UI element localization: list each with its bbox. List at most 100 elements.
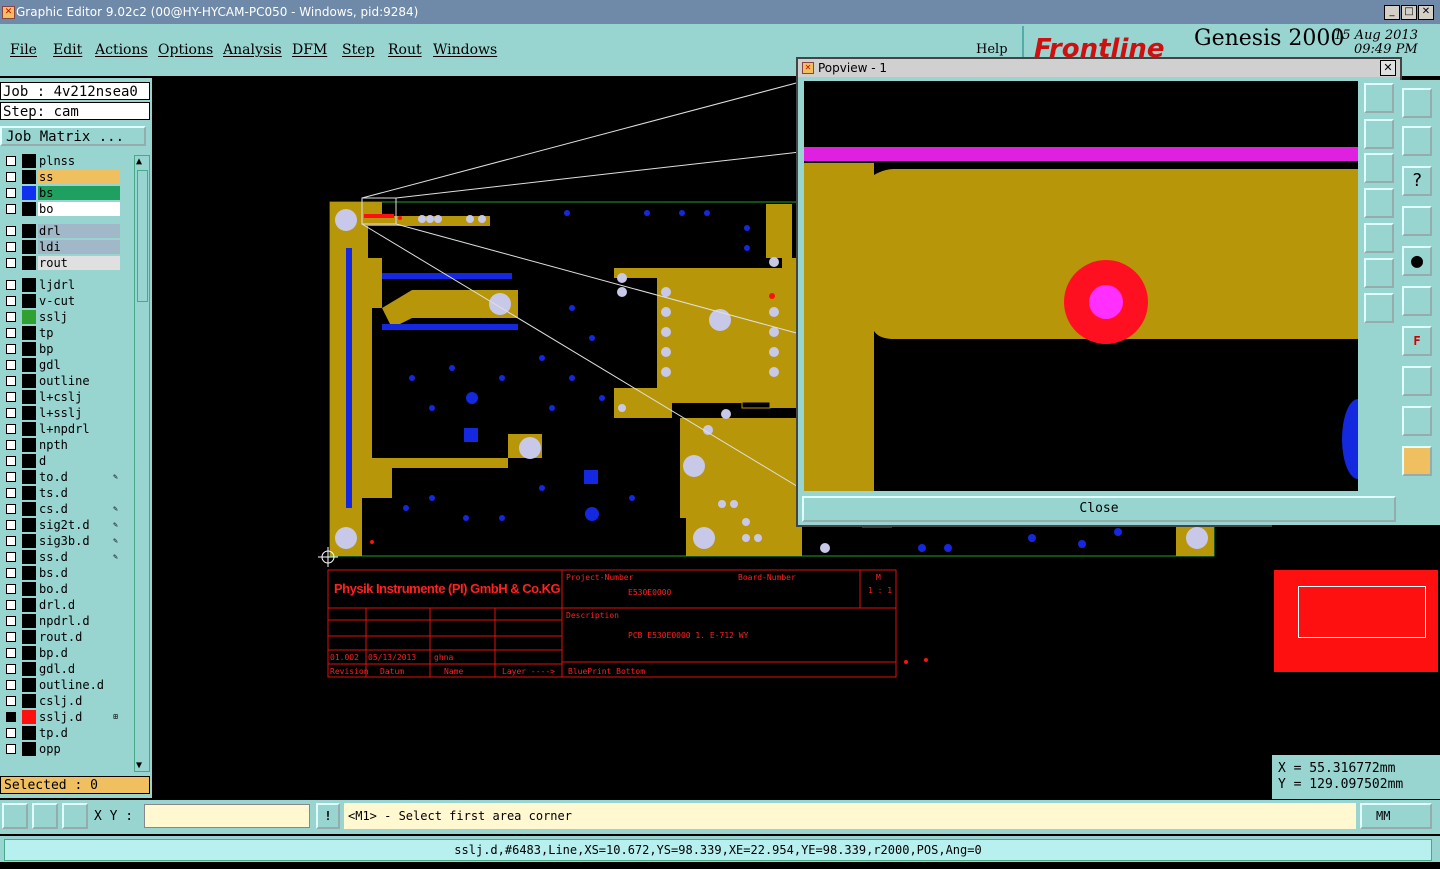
- layer-row[interactable]: sslj.d ⊞: [2, 710, 120, 724]
- layer-checkbox[interactable]: [6, 242, 16, 252]
- layer-name[interactable]: cslj.d: [38, 694, 120, 708]
- arc-icon[interactable]: [1402, 406, 1432, 436]
- layer-checkbox[interactable]: [6, 648, 16, 658]
- layer-row[interactable]: sig3b.d ✎: [2, 534, 120, 548]
- popview-zoomed-view[interactable]: [804, 81, 1358, 491]
- layer-color-swatch[interactable]: [22, 202, 36, 216]
- layer-checkbox[interactable]: [6, 280, 16, 290]
- menu-help[interactable]: Help: [976, 42, 1008, 57]
- layer-color-swatch[interactable]: [22, 646, 36, 660]
- layer-row[interactable]: outline.d: [2, 678, 120, 692]
- layer-color-swatch[interactable]: [22, 566, 36, 580]
- pad-icon[interactable]: ●: [1402, 246, 1432, 276]
- layer-row[interactable]: bo.d: [2, 582, 120, 596]
- layer-checkbox[interactable]: [6, 664, 16, 674]
- overview-viewport[interactable]: [1298, 586, 1426, 638]
- select-tool-icon[interactable]: [2, 803, 28, 829]
- layer-color-swatch[interactable]: [22, 256, 36, 270]
- layer-checkbox[interactable]: [6, 680, 16, 690]
- menu-edit[interactable]: Edit: [53, 42, 82, 58]
- layer-name[interactable]: cs.d ✎: [38, 502, 120, 516]
- layer-row[interactable]: bs.d: [2, 566, 120, 580]
- layer-name[interactable]: sslj: [38, 310, 120, 324]
- layer-checkbox[interactable]: [6, 456, 16, 466]
- layer-name[interactable]: bs: [38, 186, 120, 200]
- layer-checkbox[interactable]: [6, 696, 16, 706]
- layer-checkbox[interactable]: [6, 156, 16, 166]
- scroll-thumb[interactable]: [137, 170, 148, 302]
- layer-color-swatch[interactable]: [22, 742, 36, 756]
- layer-checkbox[interactable]: [6, 552, 16, 562]
- layer-name[interactable]: l+npdrl: [38, 422, 120, 436]
- layer-name[interactable]: gdl.d: [38, 662, 120, 676]
- layer-row[interactable]: npth: [2, 438, 120, 452]
- layer-color-swatch[interactable]: [22, 240, 36, 254]
- layer-row[interactable]: drl: [2, 224, 120, 238]
- layer-row[interactable]: l+cslj: [2, 390, 120, 404]
- layer-checkbox[interactable]: [6, 584, 16, 594]
- layer-name[interactable]: bp: [38, 342, 120, 356]
- layer-checkbox[interactable]: [6, 376, 16, 386]
- layer-name[interactable]: bo: [38, 202, 120, 216]
- layer-row[interactable]: bo: [2, 202, 120, 216]
- layer-row[interactable]: npdrl.d: [2, 614, 120, 628]
- layer-name[interactable]: opp: [38, 742, 120, 756]
- layer-name[interactable]: l+cslj: [38, 390, 120, 404]
- layer-checkbox[interactable]: [6, 258, 16, 268]
- layer-row[interactable]: ss.d ✎: [2, 550, 120, 564]
- layer-row[interactable]: tp: [2, 326, 120, 340]
- layer-name[interactable]: ss: [38, 170, 120, 184]
- layer-row[interactable]: ts.d: [2, 486, 120, 500]
- popview-close-button[interactable]: Close: [802, 496, 1396, 522]
- layer-checkbox[interactable]: [6, 408, 16, 418]
- layer-checkbox[interactable]: [6, 728, 16, 738]
- layer-row[interactable]: outline: [2, 374, 120, 388]
- job-matrix-button[interactable]: Job Matrix ...: [0, 126, 146, 146]
- popview-title-bar[interactable]: ✕ Popview - 1 ✕: [798, 59, 1400, 77]
- layer-checkbox[interactable]: [6, 568, 16, 578]
- line-icon[interactable]: [1402, 286, 1432, 316]
- layer-name[interactable]: drl: [38, 224, 120, 238]
- layer-row[interactable]: v-cut: [2, 294, 120, 308]
- layer-name[interactable]: sig3b.d ✎: [38, 534, 120, 548]
- layer-checkbox[interactable]: [6, 392, 16, 402]
- layer-color-swatch[interactable]: [22, 678, 36, 692]
- menu-rout[interactable]: Rout: [388, 42, 422, 58]
- layer-checkbox[interactable]: [6, 504, 16, 514]
- feature-filter-icon[interactable]: F: [1402, 326, 1432, 356]
- menu-options[interactable]: Options: [158, 42, 213, 58]
- shapes-icon[interactable]: [1402, 366, 1432, 396]
- popview-window[interactable]: ✕ Popview - 1 ✕ Close: [796, 57, 1402, 527]
- layer-row[interactable]: cslj.d: [2, 694, 120, 708]
- layer-color-swatch[interactable]: [22, 406, 36, 420]
- layer-checkbox[interactable]: [6, 488, 16, 498]
- layer-name[interactable]: l+sslj: [38, 406, 120, 420]
- layer-color-swatch[interactable]: [22, 358, 36, 372]
- layer-color-swatch[interactable]: [22, 486, 36, 500]
- layer-row[interactable]: opp: [2, 742, 120, 756]
- layer-color-swatch[interactable]: [22, 470, 36, 484]
- layer-name[interactable]: v-cut: [38, 294, 120, 308]
- layer-color-swatch[interactable]: [22, 390, 36, 404]
- layer-color-swatch[interactable]: [22, 694, 36, 708]
- layer-checkbox[interactable]: [6, 600, 16, 610]
- layer-checkbox[interactable]: [6, 226, 16, 236]
- layer-color-swatch[interactable]: [22, 186, 36, 200]
- pan-left-icon[interactable]: [1364, 188, 1394, 218]
- zoom-fit-icon[interactable]: [1364, 83, 1394, 113]
- layer-color-swatch[interactable]: [22, 710, 36, 724]
- layer-name[interactable]: ljdrl: [38, 278, 120, 292]
- layer-checkbox[interactable]: [6, 440, 16, 450]
- layer-row[interactable]: gdl: [2, 358, 120, 372]
- layer-color-swatch[interactable]: [22, 294, 36, 308]
- layer-name[interactable]: rout: [38, 256, 120, 270]
- close-window-button[interactable]: ✕: [1418, 5, 1434, 20]
- maximize-button[interactable]: □: [1401, 5, 1417, 20]
- layer-checkbox[interactable]: [6, 616, 16, 626]
- layer-row[interactable]: to.d ✎: [2, 470, 120, 484]
- layer-color-swatch[interactable]: [22, 170, 36, 184]
- layer-color-swatch[interactable]: [22, 582, 36, 596]
- popview-close-icon[interactable]: ✕: [1380, 60, 1396, 76]
- layer-row[interactable]: ljdrl: [2, 278, 120, 292]
- layer-row[interactable]: l+sslj: [2, 406, 120, 420]
